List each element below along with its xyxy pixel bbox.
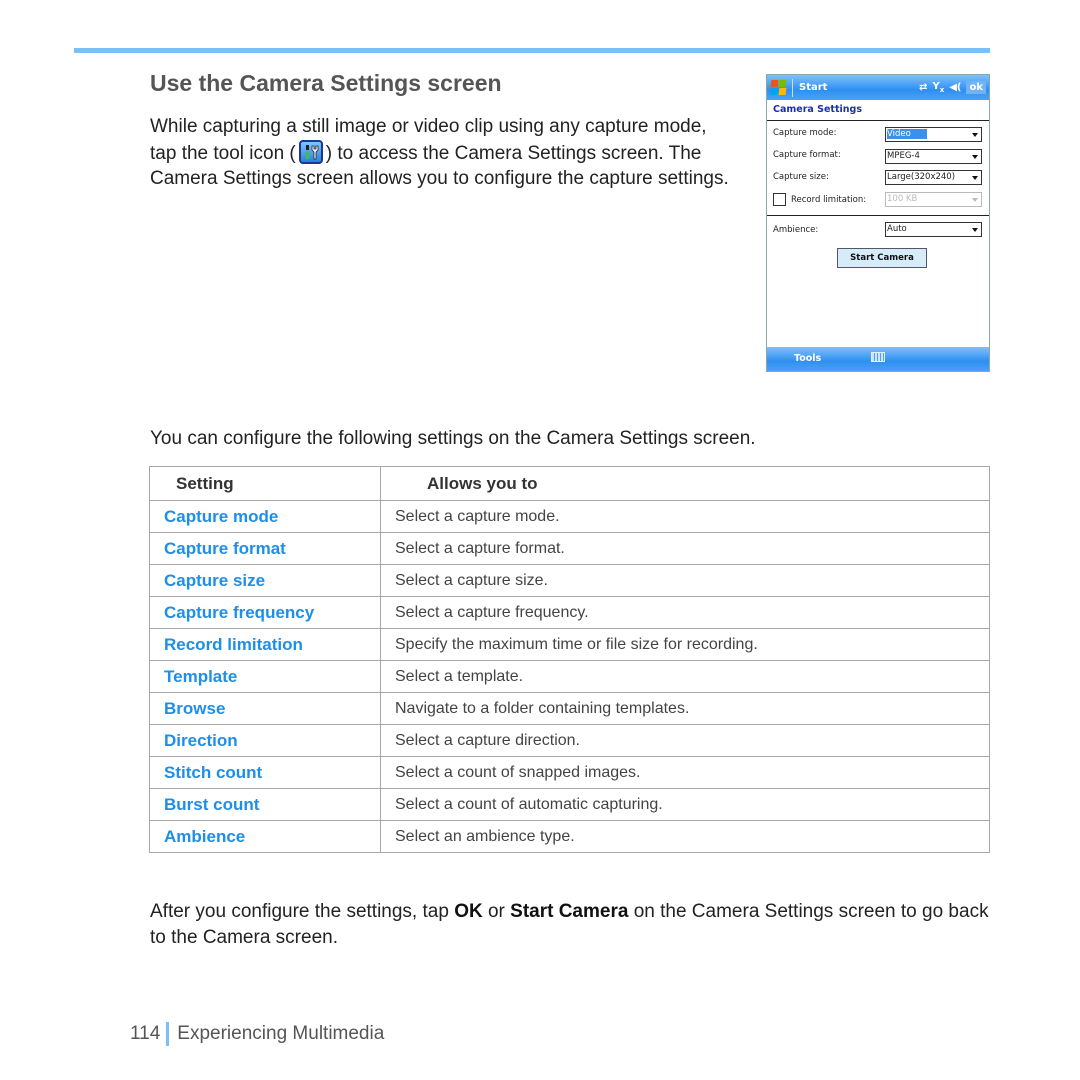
chevron-down-icon: [972, 176, 978, 180]
record-limitation-checkbox[interactable]: [773, 193, 786, 206]
setting-description: Select a count of snapped images.: [380, 756, 990, 789]
table-row: Capture mode Select a capture mode.: [149, 500, 990, 533]
setting-name: Burst count: [149, 788, 381, 821]
setting-name: Ambience: [149, 820, 381, 853]
outro-text-2: or: [482, 901, 511, 922]
record-limitation-dropdown: 100 KB: [885, 192, 982, 207]
setting-name: Capture format: [149, 532, 381, 565]
chevron-down-icon: [972, 228, 978, 232]
capture-format-label: Capture format:: [773, 150, 841, 160]
page-title: Use the Camera Settings screen: [150, 70, 502, 96]
phone-title-bar: Start ⇄ Yx ◀( ok: [767, 75, 989, 100]
chevron-down-icon: [972, 155, 978, 159]
phone-screen-heading: Camera Settings: [767, 100, 989, 121]
table-row: Ambience Select an ambience type.: [149, 820, 990, 853]
table-row: Stitch count Select a count of snapped im…: [149, 756, 990, 789]
top-rule: [74, 48, 990, 53]
table-row: Burst count Select a count of automatic c…: [149, 788, 990, 821]
settings-table: Setting Allows you to Capture mode Select…: [149, 466, 990, 853]
sync-icon[interactable]: ⇄: [919, 82, 927, 93]
ambience-label: Ambience:: [773, 225, 819, 235]
capture-size-label: Capture size:: [773, 172, 829, 182]
windows-logo-icon[interactable]: [770, 79, 788, 97]
speaker-icon[interactable]: ◀(: [949, 82, 961, 93]
outro-text-1: After you configure the settings, tap: [150, 901, 455, 922]
setting-description: Select a capture frequency.: [380, 596, 990, 629]
signal-off-icon[interactable]: Yx: [932, 81, 944, 94]
table-row: Capture size Select a capture size.: [149, 564, 990, 597]
start-camera-term: Start Camera: [510, 901, 629, 922]
capture-size-dropdown[interactable]: Large(320x240): [885, 170, 982, 185]
setting-description: Select a template.: [380, 660, 990, 693]
ok-button[interactable]: ok: [966, 81, 986, 94]
setting-name: Template: [149, 660, 381, 693]
table-row: Template Select a template.: [149, 660, 990, 693]
intro-paragraph: While capturing a still image or video c…: [150, 114, 730, 192]
tools-menu[interactable]: Tools: [794, 353, 821, 364]
table-header-row: Setting Allows you to: [149, 466, 990, 501]
page-footer: 114 Experiencing Multimedia: [130, 1022, 384, 1046]
setting-name: Capture mode: [149, 500, 381, 533]
capture-mode-dropdown[interactable]: Video: [885, 127, 982, 142]
setting-description: Select a capture mode.: [380, 500, 990, 533]
keyboard-icon[interactable]: [871, 352, 885, 362]
table-row: Direction Select a capture direction.: [149, 724, 990, 757]
table-row: Capture frequency Select a capture freque…: [149, 596, 990, 629]
setting-description: Navigate to a folder containing template…: [380, 692, 990, 725]
phone-divider: [767, 215, 989, 216]
setting-description: Select a capture format.: [380, 532, 990, 565]
chevron-down-icon: [972, 133, 978, 137]
start-menu-label[interactable]: Start: [799, 82, 919, 93]
setting-description: Specify the maximum time or file size fo…: [380, 628, 990, 661]
lead-paragraph: You can configure the following settings…: [150, 428, 756, 449]
page-number: 114: [130, 1023, 161, 1044]
section-name: Experiencing Multimedia: [177, 1023, 385, 1044]
table-row: Browse Navigate to a folder containing te…: [149, 692, 990, 725]
header-setting: Setting: [149, 466, 381, 501]
camera-settings-screenshot: Start ⇄ Yx ◀( ok Camera Settings Capture…: [766, 74, 990, 372]
setting-description: Select an ambience type.: [380, 820, 990, 853]
outro-paragraph: After you configure the settings, tap OK…: [150, 899, 990, 950]
capture-format-dropdown[interactable]: MPEG-4: [885, 149, 982, 164]
title-separator: [792, 78, 793, 97]
ambience-dropdown[interactable]: Auto: [885, 222, 982, 237]
table-row: Record limitation Specify the maximum tim…: [149, 628, 990, 661]
setting-name: Capture size: [149, 564, 381, 597]
chevron-down-icon: [972, 198, 978, 202]
phone-menu-bar: Tools: [767, 347, 989, 371]
tool-icon: [298, 139, 323, 164]
status-icons: ⇄ Yx ◀( ok: [919, 81, 986, 94]
setting-description: Select a count of automatic capturing.: [380, 788, 990, 821]
header-allows-you-to: Allows you to: [380, 466, 990, 501]
setting-name: Direction: [149, 724, 381, 757]
setting-name: Record limitation: [149, 628, 381, 661]
footer-divider: [166, 1022, 170, 1046]
setting-description: Select a capture direction.: [380, 724, 990, 757]
setting-name: Browse: [149, 692, 381, 725]
table-row: Capture format Select a capture format.: [149, 532, 990, 565]
ok-term: OK: [454, 901, 483, 922]
setting-description: Select a capture size.: [380, 564, 990, 597]
capture-mode-label: Capture mode:: [773, 128, 837, 138]
setting-name: Stitch count: [149, 756, 381, 789]
record-limitation-label: Record limitation:: [791, 195, 867, 205]
start-camera-button[interactable]: Start Camera: [837, 248, 927, 268]
setting-name: Capture frequency: [149, 596, 381, 629]
